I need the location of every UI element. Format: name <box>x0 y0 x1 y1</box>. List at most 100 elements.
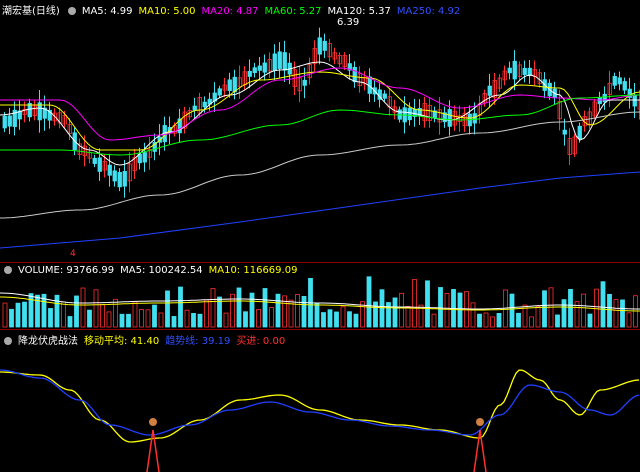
indicator-header: 降龙伏虎战法 移动平均: 41.40 趋势线: 39.19 买进: 0.00 <box>2 332 291 347</box>
candle-body <box>407 107 412 121</box>
volume-bar <box>620 299 625 328</box>
candle-body <box>262 62 267 73</box>
high-price-marker: 6.39 <box>337 17 360 28</box>
buy-coin-icon <box>149 418 157 426</box>
candle-body <box>527 67 532 77</box>
volume-bar <box>275 293 281 328</box>
volume-bar <box>113 298 118 328</box>
candle-body <box>472 113 477 124</box>
candle-body <box>382 93 387 99</box>
volume-bar <box>80 287 86 328</box>
volume-bar <box>132 301 138 328</box>
volume-bar <box>555 314 560 328</box>
indicator-chart[interactable] <box>0 330 640 472</box>
candle-body <box>2 115 7 129</box>
volume-bar <box>262 288 268 328</box>
candle-body <box>602 93 607 103</box>
volume-bar <box>379 289 385 328</box>
volume-bar <box>334 311 339 328</box>
volume-bar <box>119 313 125 328</box>
volume-bar <box>600 281 606 328</box>
candle-body <box>7 115 12 127</box>
candle-body <box>122 171 127 187</box>
volume-bar <box>165 290 170 328</box>
volume-bar <box>236 287 242 328</box>
ma10-label: MA10: 5.00 <box>138 6 196 17</box>
settings-icon[interactable] <box>67 7 76 15</box>
ma120-label: MA120: 5.37 <box>327 6 391 17</box>
candle-body <box>112 170 117 182</box>
volume-bar <box>139 309 144 328</box>
price-panel[interactable]: 潮宏基(日线) MA5: 4.99 MA10: 5.00 MA20: 4.87 MA60… <box>0 0 640 262</box>
candle-body <box>257 65 262 71</box>
candle-body <box>247 70 252 77</box>
vol-ma10-label: MA10: 116669.09 <box>208 265 298 276</box>
volume-bar <box>93 289 99 328</box>
candle-body <box>522 67 527 75</box>
buy-coin-icon <box>476 418 484 426</box>
volume-bar <box>399 292 404 328</box>
candle-body <box>317 37 322 55</box>
moving-average-line <box>0 369 640 443</box>
volume-bar <box>509 293 515 328</box>
volume-bar <box>444 293 450 328</box>
volume-bar <box>353 313 359 328</box>
volume-bar <box>542 290 547 328</box>
ma250-line <box>0 171 640 249</box>
candle-body <box>612 75 617 86</box>
volume-bar <box>210 288 216 328</box>
indicator-name: 降龙伏虎战法 <box>18 336 78 347</box>
candle-body <box>352 66 357 83</box>
volume-bar <box>295 294 300 328</box>
volume-bar <box>613 299 619 328</box>
vol-ma5-label: MA5: 100242.54 <box>120 265 203 276</box>
volume-bar <box>223 312 229 328</box>
volume-bar <box>191 313 196 328</box>
candle-body <box>217 88 222 96</box>
volume-bar <box>581 293 586 328</box>
ma120-line <box>0 111 640 219</box>
low-price-marker: 4 <box>70 249 76 259</box>
volume-bar <box>490 316 495 328</box>
ma5-label: MA5: 4.99 <box>81 6 133 17</box>
volume-bar <box>269 307 274 328</box>
indicator-panel[interactable]: 降龙伏虎战法 移动平均: 41.40 趋势线: 39.19 买进: 0.00 <box>0 330 640 472</box>
volume-bar <box>477 313 482 328</box>
candle-body <box>107 164 112 176</box>
volume-bar <box>74 295 79 328</box>
candle-body <box>507 67 512 74</box>
candle-body <box>597 97 602 105</box>
candle-body <box>252 67 257 74</box>
volume-bar <box>535 305 541 328</box>
volume-bar <box>204 299 209 328</box>
volume-bar <box>126 313 131 328</box>
volume-bar <box>282 295 287 328</box>
price-header: 潮宏基(日线) MA5: 4.99 MA10: 5.00 MA20: 4.87 MA60… <box>2 2 466 17</box>
candle-body <box>272 53 277 71</box>
volume-bar <box>28 293 34 328</box>
volume-bar <box>301 296 307 328</box>
candle-body <box>322 40 327 51</box>
volume-header: VOLUME: 93766.99 MA5: 100242.54 MA10: 1166… <box>2 265 303 276</box>
volume-bar <box>431 313 437 328</box>
volume-bar <box>587 313 593 328</box>
ma250-label: MA250: 4.92 <box>396 6 461 17</box>
volume-bar <box>561 299 567 328</box>
candle-body <box>277 51 282 69</box>
candle-body <box>447 109 452 127</box>
volume-bar <box>243 311 248 328</box>
volume-panel[interactable]: VOLUME: 93766.99 MA5: 100242.54 MA10: 1166… <box>0 263 640 329</box>
candlestick-chart[interactable] <box>0 0 640 262</box>
moving-average-label: 移动平均: 41.40 <box>84 336 160 347</box>
volume-bar <box>171 316 177 328</box>
settings-icon[interactable] <box>4 337 12 345</box>
candle-body <box>97 157 102 172</box>
volume-bar <box>100 304 105 328</box>
settings-icon[interactable] <box>4 266 12 274</box>
candle-body <box>302 79 307 86</box>
volume-bar <box>256 309 261 328</box>
volume-bar <box>152 304 157 328</box>
volume-bar <box>529 316 534 328</box>
volume-bar <box>386 302 391 328</box>
volume-bar <box>347 311 352 328</box>
